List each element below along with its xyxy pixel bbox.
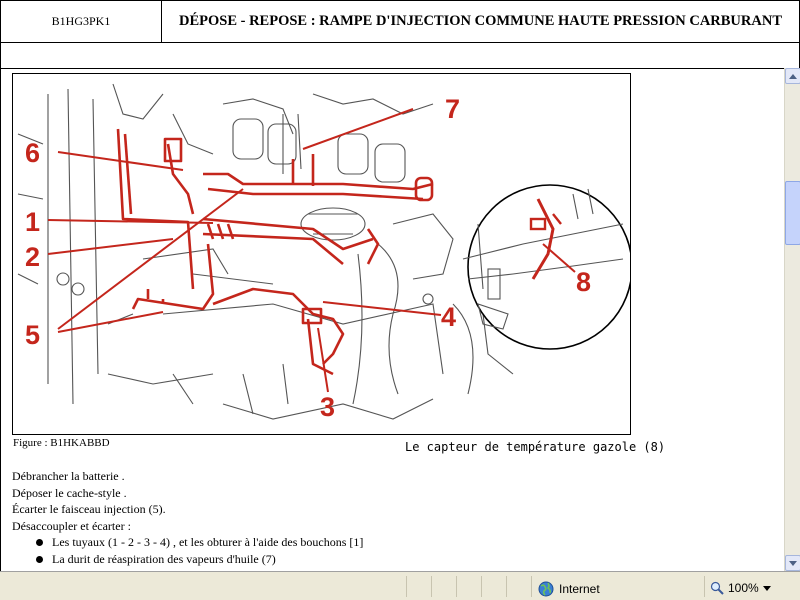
status-pane bbox=[506, 576, 507, 597]
scroll-thumb[interactable] bbox=[785, 181, 800, 245]
status-bar: Internet 100% bbox=[0, 571, 800, 600]
document-code: B1HG3PK1 bbox=[0, 0, 162, 43]
step-bullet-list: Les tuyaux (1 - 2 - 3 - 4) , et les obtu… bbox=[12, 534, 363, 567]
step-bullet: La durit de réaspiration des vapeurs d'h… bbox=[34, 551, 363, 568]
arrow-down-icon bbox=[789, 560, 797, 566]
callout-6: 6 bbox=[25, 138, 40, 168]
zoom-control[interactable]: 100% bbox=[710, 581, 771, 595]
callout-8: 8 bbox=[576, 267, 591, 297]
vertical-scrollbar[interactable] bbox=[784, 68, 800, 571]
status-pane bbox=[481, 576, 482, 597]
callout-2: 2 bbox=[25, 242, 40, 272]
engine-diagram: 1 2 3 4 5 6 7 8 bbox=[17, 83, 630, 422]
figure-subtitle: Le capteur de température gazole (8) bbox=[405, 440, 666, 454]
detail-inset bbox=[462, 184, 630, 350]
status-pane bbox=[531, 576, 532, 597]
callout-4: 4 bbox=[441, 302, 456, 332]
status-pane bbox=[406, 576, 407, 597]
security-zone: Internet bbox=[538, 581, 600, 597]
callout-5: 5 bbox=[25, 320, 40, 350]
procedure-steps: Débrancher la batterie . Déposer le cach… bbox=[12, 468, 363, 567]
document-title: DÉPOSE - REPOSE : RAMPE D'INJECTION COMM… bbox=[161, 0, 800, 43]
callout-1: 1 bbox=[25, 207, 40, 237]
zone-label: Internet bbox=[559, 582, 600, 596]
scroll-up-button[interactable] bbox=[785, 68, 800, 84]
engine-drawing bbox=[17, 83, 514, 420]
document-content: 1 2 3 4 5 6 7 8 Figure : B1HKABBD Le cap… bbox=[0, 68, 784, 571]
step-line: Déposer le cache-style . bbox=[12, 485, 127, 500]
arrow-up-icon bbox=[789, 73, 797, 79]
status-pane bbox=[704, 576, 705, 597]
step-line: Désaccoupler et écarter : bbox=[12, 518, 131, 533]
callout-3: 3 bbox=[320, 392, 335, 422]
engine-figure: 1 2 3 4 5 6 7 8 bbox=[12, 73, 631, 435]
callout-7: 7 bbox=[445, 94, 460, 124]
status-pane bbox=[456, 576, 457, 597]
globe-icon bbox=[538, 581, 554, 597]
header-empty-row bbox=[0, 42, 800, 69]
status-pane bbox=[431, 576, 432, 597]
figure-caption: Figure : B1HKABBD bbox=[13, 437, 110, 449]
step-bullet: Les tuyaux (1 - 2 - 3 - 4) , et les obtu… bbox=[34, 534, 363, 551]
magnifier-icon bbox=[710, 581, 724, 595]
step-line: Écarter le faisceau injection (5). bbox=[12, 502, 166, 516]
scroll-down-button[interactable] bbox=[785, 555, 800, 571]
chevron-down-icon bbox=[762, 585, 771, 591]
header-table: B1HG3PK1 DÉPOSE - REPOSE : RAMPE D'INJEC… bbox=[0, 0, 800, 69]
step-line: Débrancher la batterie . bbox=[12, 469, 125, 483]
zoom-level: 100% bbox=[728, 581, 759, 595]
